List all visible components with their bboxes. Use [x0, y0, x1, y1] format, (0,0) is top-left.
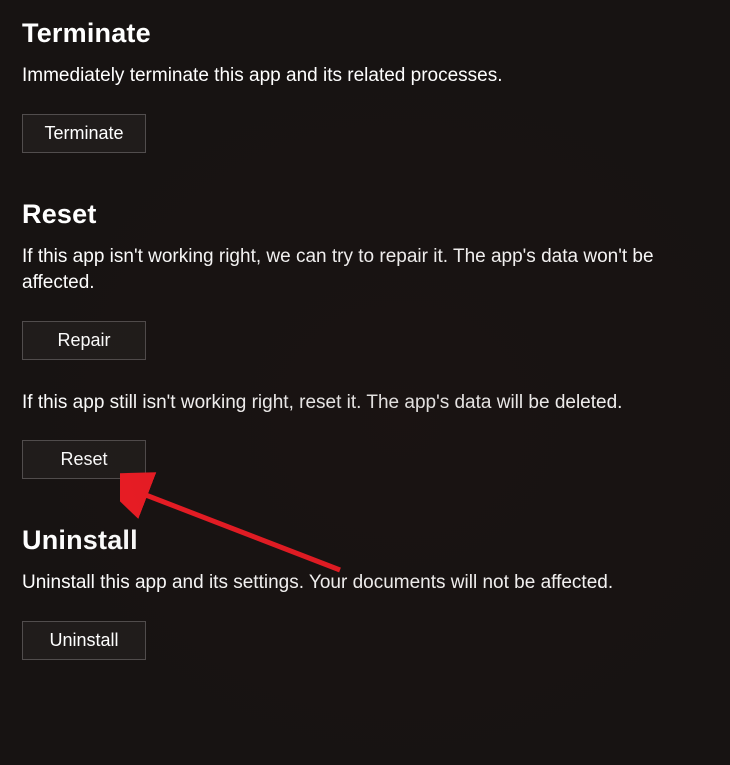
reset-sub-block: If this app still isn't working right, r… — [22, 390, 708, 480]
reset-section: Reset If this app isn't working right, w… — [22, 199, 708, 480]
uninstall-title: Uninstall — [22, 525, 708, 556]
repair-button[interactable]: Repair — [22, 321, 146, 360]
reset-title: Reset — [22, 199, 708, 230]
uninstall-section: Uninstall Uninstall this app and its set… — [22, 525, 708, 660]
terminate-button[interactable]: Terminate — [22, 114, 146, 153]
reset-description: If this app still isn't working right, r… — [22, 390, 702, 417]
terminate-title: Terminate — [22, 18, 708, 49]
terminate-section: Terminate Immediately terminate this app… — [22, 18, 708, 153]
repair-description: If this app isn't working right, we can … — [22, 244, 702, 297]
uninstall-description: Uninstall this app and its settings. You… — [22, 570, 702, 597]
reset-button[interactable]: Reset — [22, 440, 146, 479]
terminate-description: Immediately terminate this app and its r… — [22, 63, 702, 90]
uninstall-button[interactable]: Uninstall — [22, 621, 146, 660]
